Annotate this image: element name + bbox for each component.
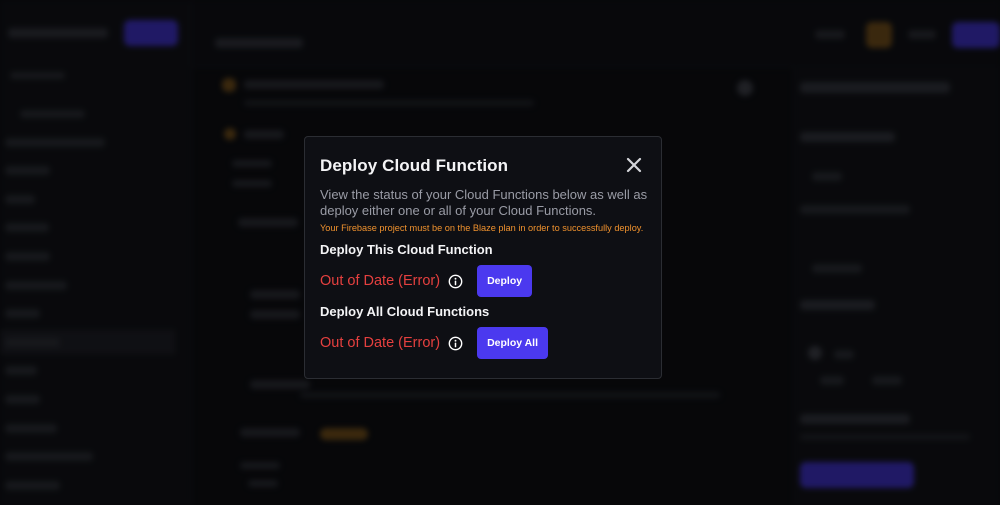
close-button[interactable] [625,156,643,174]
single-function-status-row: Out of Date (Error) Deploy [320,265,533,297]
deploy-all-functions-heading: Deploy All Cloud Functions [320,304,490,319]
deploy-this-function-heading: Deploy This Cloud Function [320,242,493,257]
deploy-all-button[interactable]: Deploy All [477,327,549,359]
info-icon[interactable] [448,274,463,289]
dialog-description: View the status of your Cloud Functions … [320,187,648,218]
single-function-status: Out of Date (Error) [320,273,441,289]
all-functions-status-row: Out of Date (Error) Deploy All [320,327,549,359]
info-icon[interactable] [448,336,463,351]
blaze-plan-warning: Your Firebase project must be on the Bla… [320,223,644,233]
deploy-cloud-function-dialog: Deploy Cloud Function View the status of… [304,136,662,379]
close-icon [626,157,642,173]
deploy-button[interactable]: Deploy [477,265,533,297]
dialog-title: Deploy Cloud Function [320,156,509,175]
all-functions-status: Out of Date (Error) [320,335,441,351]
app-stage: Deploy Cloud Function View the status of… [0,0,1000,505]
